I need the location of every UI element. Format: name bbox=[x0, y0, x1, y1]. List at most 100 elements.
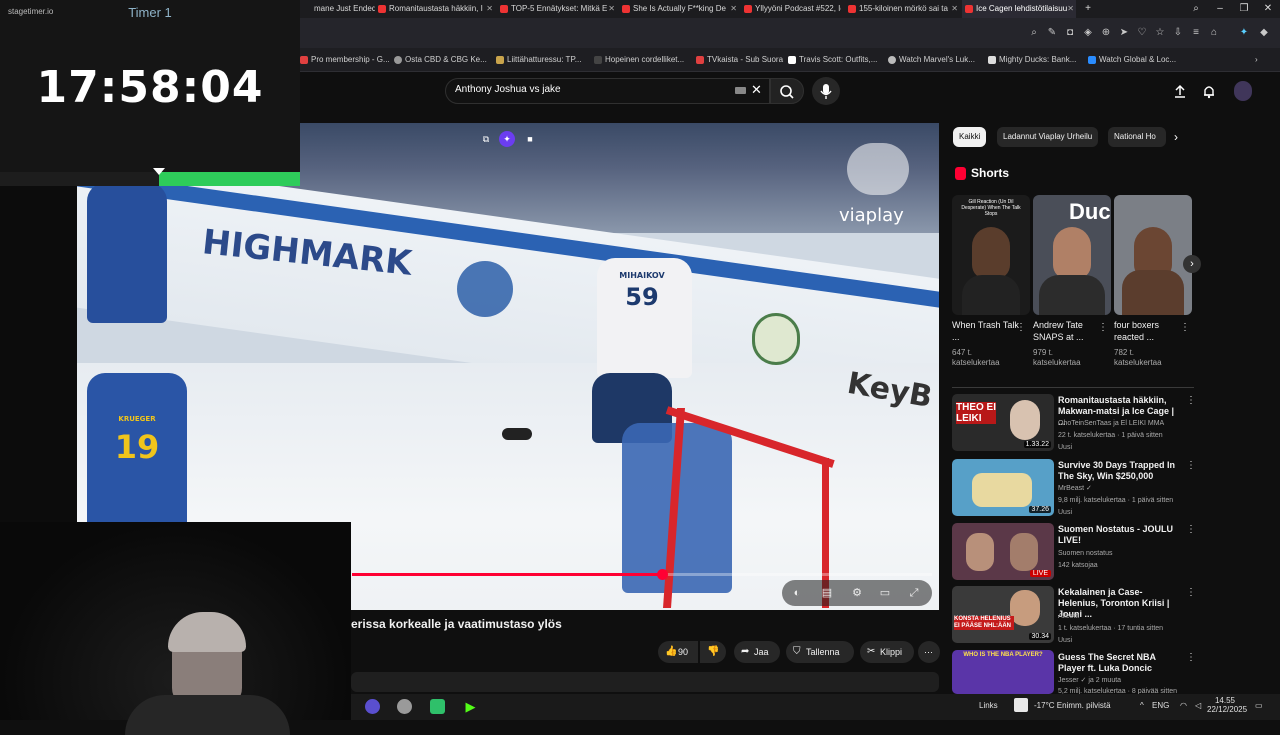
upload-icon[interactable] bbox=[1172, 83, 1188, 99]
recommendation-thumbnail[interactable]: WHO IS THE NBA PLAYER? bbox=[952, 650, 1054, 694]
recommendation-thumbnail[interactable]: KONSTA HELENIUS EI PÄÄSE NHL:ÄÄN 30.34 bbox=[952, 586, 1054, 643]
bookmark-item[interactable]: Liittähatturessu: TP... bbox=[496, 48, 581, 72]
search-icon[interactable]: ⌕ bbox=[1028, 27, 1040, 39]
kick-app-icon[interactable]: ▶ bbox=[463, 699, 478, 714]
short-thumbnail[interactable]: Gill Reaction (Un Dil Desperate) When Th… bbox=[952, 195, 1030, 315]
close-tab-icon[interactable]: ✕ bbox=[486, 0, 493, 18]
search-input[interactable]: Anthony Joshua vs jake bbox=[455, 84, 561, 95]
recommendation-channel[interactable]: Alleetti bbox=[1058, 612, 1182, 621]
close-tab-icon[interactable]: ✕ bbox=[730, 0, 737, 18]
bookmarks-overflow-icon[interactable]: › bbox=[1255, 48, 1258, 72]
recommendation-thumbnail[interactable]: LIVE bbox=[952, 523, 1054, 580]
minimize-icon[interactable]: – bbox=[1210, 0, 1230, 18]
browser-tab[interactable]: 155-kiloinen mörkö sai ta ✕ bbox=[845, 0, 960, 18]
close-tab-icon[interactable]: ✕ bbox=[1067, 0, 1074, 18]
new-tab-icon[interactable]: + bbox=[1078, 0, 1098, 18]
recommendation-channel[interactable]: OhoTeinSenTaas ja El LEIKI MMA bbox=[1058, 419, 1182, 428]
close-tab-icon[interactable]: ✕ bbox=[951, 0, 958, 18]
clear-search-icon[interactable]: ✕ bbox=[751, 82, 762, 98]
clip-button[interactable]: ✂ Klippi bbox=[860, 641, 914, 663]
bookmark-item[interactable]: Watch Global & Loc... bbox=[1088, 48, 1176, 72]
bookmark-icon[interactable]: ☆ bbox=[1154, 27, 1166, 39]
recommendation-thumbnail[interactable]: THEO EI LEIKI 1.33.22 bbox=[952, 394, 1054, 451]
extension-icon[interactable]: ◆ bbox=[1258, 27, 1270, 39]
bookmark-item[interactable]: Watch Marvel's Luk... bbox=[888, 48, 975, 72]
short-thumbnail[interactable]: Duc bbox=[1033, 195, 1111, 315]
edit-icon[interactable]: ✎ bbox=[1046, 27, 1058, 39]
settings-gear-icon[interactable]: ⚙ bbox=[850, 586, 864, 600]
bookmark-item[interactable]: TVkaista - Sub Suora bbox=[696, 48, 783, 72]
tray-chevron-icon[interactable]: ^ bbox=[1140, 701, 1144, 710]
theater-mode-icon[interactable]: ▭ bbox=[878, 586, 892, 600]
search-button[interactable] bbox=[770, 78, 804, 104]
taskbar-clock[interactable]: 14.55 22/12/2025 bbox=[1207, 696, 1247, 714]
notifications-icon[interactable]: ▭ bbox=[1255, 701, 1263, 710]
bookmark-item[interactable]: Osta CBD & CBG Ke... bbox=[394, 48, 487, 72]
recommendation-menu-icon[interactable]: ⋮ bbox=[1186, 587, 1196, 598]
volume-icon[interactable]: ◁ bbox=[1195, 701, 1201, 710]
video-scrubber-handle[interactable] bbox=[657, 569, 668, 580]
screenshot-icon[interactable]: ◘ bbox=[1064, 27, 1076, 39]
chips-next-icon[interactable]: › bbox=[1174, 130, 1178, 144]
browser-tab-active[interactable]: Ice Cagen lehdistötilaisuu ✕ bbox=[962, 0, 1076, 18]
browser-tab[interactable]: TOP-5 Ennätykset: Mitkä E ✕ bbox=[497, 0, 617, 18]
taskbar-language[interactable]: ENG bbox=[1152, 701, 1169, 710]
taskbar-links[interactable]: Links bbox=[979, 701, 998, 710]
browser-tab[interactable]: Romanitaustasta häkkiin, I ✕ bbox=[375, 0, 495, 18]
recommendation-channel[interactable]: Jesser ✓ ja 2 muuta bbox=[1058, 676, 1182, 685]
bookmark-item[interactable]: Hopeinen cordelliket... bbox=[594, 48, 684, 72]
recommendation-menu-icon[interactable]: ⋮ bbox=[1186, 652, 1196, 663]
bookmark-item[interactable]: Pro membership - G... bbox=[300, 48, 390, 72]
recommendation-menu-icon[interactable]: ⋮ bbox=[1186, 524, 1196, 535]
autoplay-toggle[interactable]: ◐ bbox=[790, 586, 804, 600]
favorite-icon[interactable]: ♡ bbox=[1136, 27, 1148, 39]
restore-icon[interactable]: ❐ bbox=[1234, 0, 1254, 18]
shorts-next-icon[interactable]: › bbox=[1183, 255, 1201, 273]
menu-icon[interactable]: ≡ bbox=[1190, 27, 1202, 39]
browser-tab[interactable]: She Is Actually F**king De ✕ bbox=[619, 0, 739, 18]
chip-all[interactable]: Kaikki bbox=[953, 127, 987, 147]
bookmark-item[interactable]: Travis Scott: Outfits,... bbox=[788, 48, 877, 72]
save-button[interactable]: ⛉ Tallenna bbox=[786, 641, 854, 663]
close-window-icon[interactable]: ✕ bbox=[1258, 0, 1278, 18]
description-box[interactable] bbox=[351, 672, 939, 692]
browser-tab[interactable]: Yllyyöni Podcast #522, Ice bbox=[741, 0, 841, 18]
recommendation-title[interactable]: Suomen Nostatus - JOULU LIVE! bbox=[1058, 524, 1182, 546]
extension-icon[interactable]: ✦ bbox=[1238, 27, 1250, 39]
chip-channel[interactable]: Ladannut Viaplay Urheilu bbox=[997, 127, 1099, 147]
more-actions-button[interactable]: ⋯ bbox=[918, 641, 940, 663]
recommendation-menu-icon[interactable]: ⋮ bbox=[1186, 395, 1196, 406]
fullscreen-icon[interactable]: ⤢ bbox=[907, 586, 921, 600]
download-icon[interactable]: ⇩ bbox=[1172, 27, 1184, 39]
voice-search-button[interactable] bbox=[812, 77, 840, 105]
browser-tab[interactable]: mane Just Ended t bbox=[300, 0, 375, 18]
chip-topic[interactable]: National Ho bbox=[1108, 127, 1166, 147]
search-tabs-icon[interactable]: ⌕ bbox=[1186, 0, 1206, 18]
taskbar-weather[interactable]: -17°C Enimm. pilvistä bbox=[1034, 701, 1111, 710]
keyboard-icon[interactable] bbox=[735, 87, 746, 94]
camera-icon[interactable]: ■ bbox=[522, 131, 538, 147]
short-menu-icon[interactable]: ⋮ bbox=[1016, 322, 1026, 333]
recommendation-channel[interactable]: Suomen nostatus bbox=[1058, 549, 1182, 558]
short-title[interactable]: When Trash Talk ... bbox=[952, 319, 1020, 343]
recommendation-thumbnail[interactable]: 37.26 bbox=[952, 459, 1054, 516]
recommendation-title[interactable]: Survive 30 Days Trapped In The Sky, Win … bbox=[1058, 460, 1182, 482]
subtitles-icon[interactable]: ▤ bbox=[820, 586, 834, 600]
short-menu-icon[interactable]: ⋮ bbox=[1098, 322, 1108, 333]
app-icon[interactable] bbox=[397, 699, 412, 714]
recommendation-menu-icon[interactable]: ⋮ bbox=[1186, 460, 1196, 471]
recommendation-channel[interactable]: MrBeast ✓ bbox=[1058, 484, 1182, 493]
zoom-icon[interactable]: ⊕ bbox=[1100, 27, 1112, 39]
short-menu-icon[interactable]: ⋮ bbox=[1180, 322, 1190, 333]
avatar[interactable] bbox=[1234, 81, 1252, 101]
close-tab-icon[interactable]: ✕ bbox=[608, 0, 615, 18]
like-button[interactable]: 👍 90 bbox=[658, 641, 698, 663]
recommendation-title[interactable]: Guess The Secret NBA Player ft. Luka Don… bbox=[1058, 652, 1182, 674]
dislike-button[interactable]: 👎 bbox=[700, 641, 726, 663]
short-thumbnail[interactable] bbox=[1114, 195, 1192, 315]
lock-icon[interactable]: ⌂ bbox=[1208, 27, 1220, 39]
share-button[interactable]: ➦ Jaa bbox=[734, 641, 780, 663]
notifications-bell-icon[interactable] bbox=[1201, 83, 1217, 99]
short-title[interactable]: four boxers reacted ... bbox=[1114, 319, 1182, 343]
send-icon[interactable]: ➤ bbox=[1118, 27, 1130, 39]
